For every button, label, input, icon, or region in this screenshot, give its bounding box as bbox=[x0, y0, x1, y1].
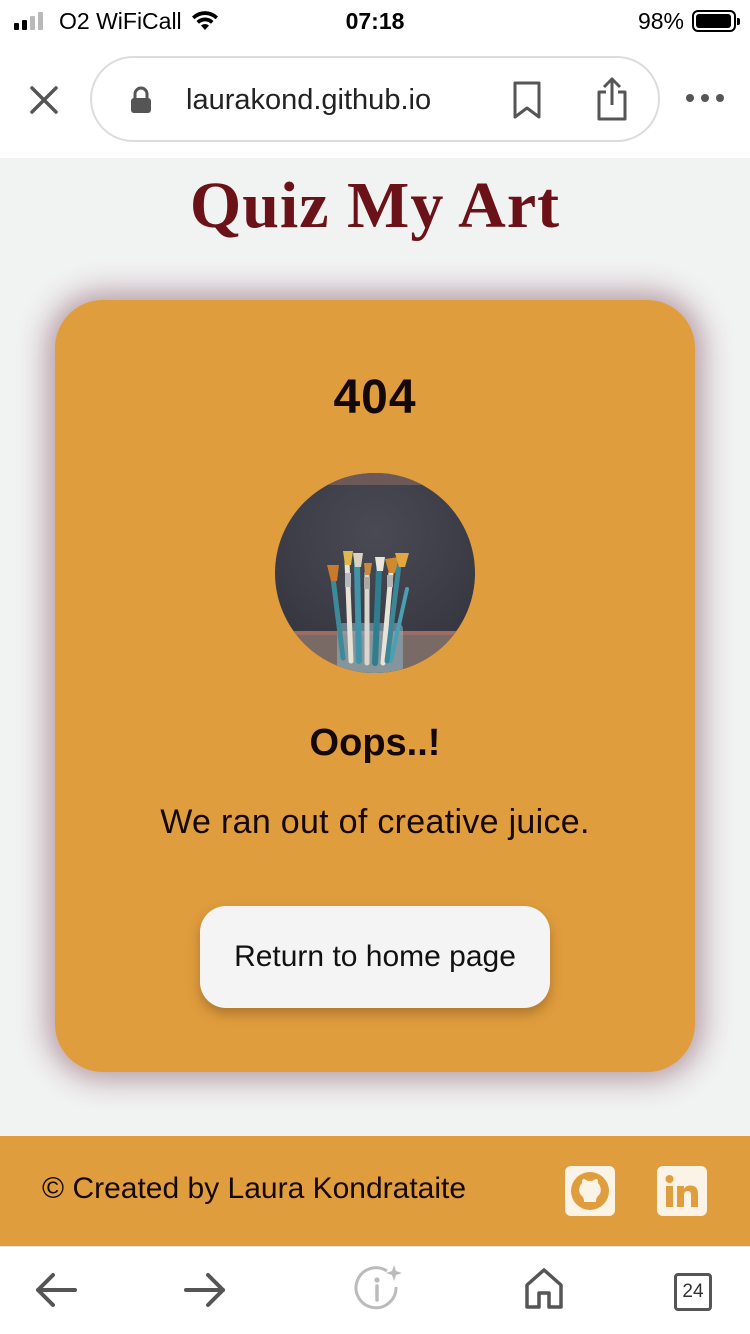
share-icon[interactable] bbox=[594, 76, 630, 122]
battery-percent: 98% bbox=[637, 7, 684, 34]
error-code: 404 bbox=[333, 371, 417, 424]
carrier-name: O2 WiFiCall bbox=[59, 7, 182, 34]
footer: © Created by Laura Kondrataite bbox=[0, 1136, 750, 1246]
carrier-info: O2 WiFiCall bbox=[14, 8, 220, 35]
status-bar: O2 WiFiCall 07:18 98% bbox=[0, 0, 750, 42]
bookmark-icon[interactable] bbox=[510, 80, 544, 120]
signal-icon bbox=[14, 12, 43, 30]
error-heading: Oops..! bbox=[309, 722, 441, 764]
url-text[interactable]: laurakond.github.io bbox=[186, 84, 431, 117]
more-icon[interactable] bbox=[686, 94, 724, 102]
wifi-icon bbox=[191, 11, 218, 30]
address-bar[interactable]: laurakond.github.io bbox=[90, 56, 660, 142]
home-icon[interactable] bbox=[522, 1265, 566, 1311]
error-message: We ran out of creative juice. bbox=[160, 803, 590, 841]
forward-arrow-icon[interactable] bbox=[182, 1267, 228, 1313]
battery-icon bbox=[692, 10, 740, 32]
browser-bar: laurakond.github.io bbox=[0, 42, 750, 158]
return-home-button[interactable]: Return to home page bbox=[200, 906, 550, 1008]
paint-brushes-image bbox=[275, 473, 475, 673]
lock-icon bbox=[131, 86, 151, 113]
battery-status: 98% bbox=[637, 7, 740, 35]
browser-toolbar: 24 bbox=[0, 1246, 750, 1334]
github-icon[interactable] bbox=[565, 1166, 615, 1216]
tabs-icon[interactable]: 24 bbox=[674, 1273, 712, 1311]
site-title[interactable]: Quiz My Art bbox=[0, 168, 750, 244]
footer-credit: © Created by Laura Kondrataite bbox=[42, 1172, 467, 1205]
linkedin-icon[interactable] bbox=[657, 1166, 707, 1216]
close-icon[interactable] bbox=[24, 80, 64, 120]
info-sparkle-icon[interactable] bbox=[352, 1263, 402, 1313]
back-arrow-icon[interactable] bbox=[33, 1267, 79, 1313]
